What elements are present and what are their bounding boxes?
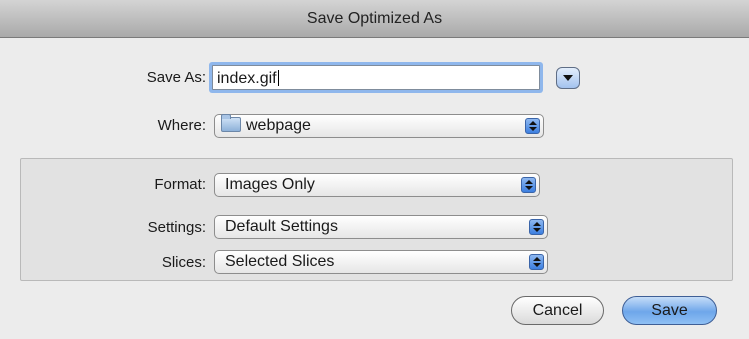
popup-arrows-icon	[521, 177, 536, 193]
text-caret	[277, 70, 279, 86]
where-value: webpage	[246, 117, 311, 134]
popup-arrows-icon	[529, 254, 544, 270]
save-as-field[interactable]: index.gif	[212, 65, 540, 90]
settings-label: Settings:	[147, 219, 206, 236]
save-as-label: Save As:	[146, 69, 206, 86]
expand-dialog-button[interactable]	[556, 67, 580, 89]
format-label: Format:	[154, 176, 206, 193]
save-as-value: index.gif	[217, 70, 277, 87]
settings-value: Default Settings	[225, 218, 338, 235]
window-title: Save Optimized As	[0, 0, 749, 38]
save-dialog: Save Optimized As Save As: index.gif Whe…	[0, 0, 749, 339]
where-popup[interactable]: webpage	[214, 114, 544, 138]
cancel-button[interactable]: Cancel	[511, 296, 604, 325]
popup-arrows-icon	[525, 118, 540, 134]
folder-icon	[221, 114, 241, 132]
slices-value: Selected Slices	[225, 253, 335, 270]
format-popup[interactable]: Images Only	[214, 173, 540, 197]
slices-popup[interactable]: Selected Slices	[214, 250, 548, 274]
format-value: Images Only	[225, 176, 315, 193]
slices-label: Slices:	[161, 254, 206, 271]
popup-arrows-icon	[529, 219, 544, 235]
where-label: Where:	[157, 117, 206, 134]
save-button[interactable]: Save	[622, 296, 717, 325]
settings-popup[interactable]: Default Settings	[214, 215, 548, 239]
